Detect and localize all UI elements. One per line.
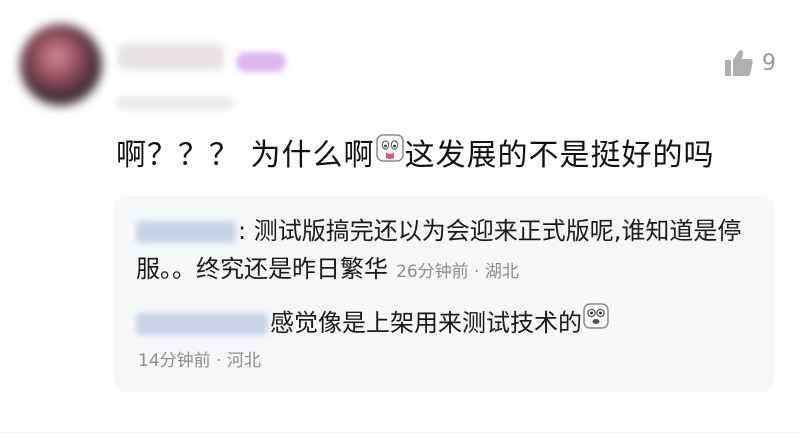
surprised-face-icon [582, 302, 610, 341]
thumbs-up-icon [724, 48, 754, 78]
user-badge [236, 52, 286, 72]
reply-item[interactable]: 感觉像是上架用来测试技术的 [136, 302, 756, 344]
like-count: 9 [762, 50, 776, 76]
like-button[interactable]: 9 [724, 48, 776, 78]
comment-text-part1: 啊？？？ 为什么啊 [116, 138, 375, 173]
username[interactable] [118, 44, 224, 70]
crying-face-icon [375, 133, 405, 174]
reply-meta: 14分钟前 · 河北 [138, 351, 261, 371]
comment-text-part2: 这发展的不是挺好的吗 [404, 138, 715, 173]
reply-username-blurred[interactable] [136, 313, 268, 335]
reply-username-blurred[interactable] [136, 221, 236, 243]
reply-text: 感觉像是上架用来测试技术的 [270, 309, 582, 337]
avatar[interactable] [20, 24, 102, 106]
reply-item[interactable]: : 测试版搞完还以为会迎来正式版呢,谁知道是停服。。终究还是昨日繁华 26分钟前 … [136, 212, 756, 291]
comment-text: 啊？？？ 为什么啊 这发展的不是挺好的吗 [116, 133, 715, 177]
comment-meta-blurred [116, 96, 234, 110]
reply-meta: 26分钟前 · 湖北 [396, 262, 519, 282]
comment-card: 9 啊？？？ 为什么啊 这发展的不是挺好的吗 : 测试版搞完还以为会迎来正式版呢… [0, 0, 800, 437]
divider [0, 432, 800, 433]
